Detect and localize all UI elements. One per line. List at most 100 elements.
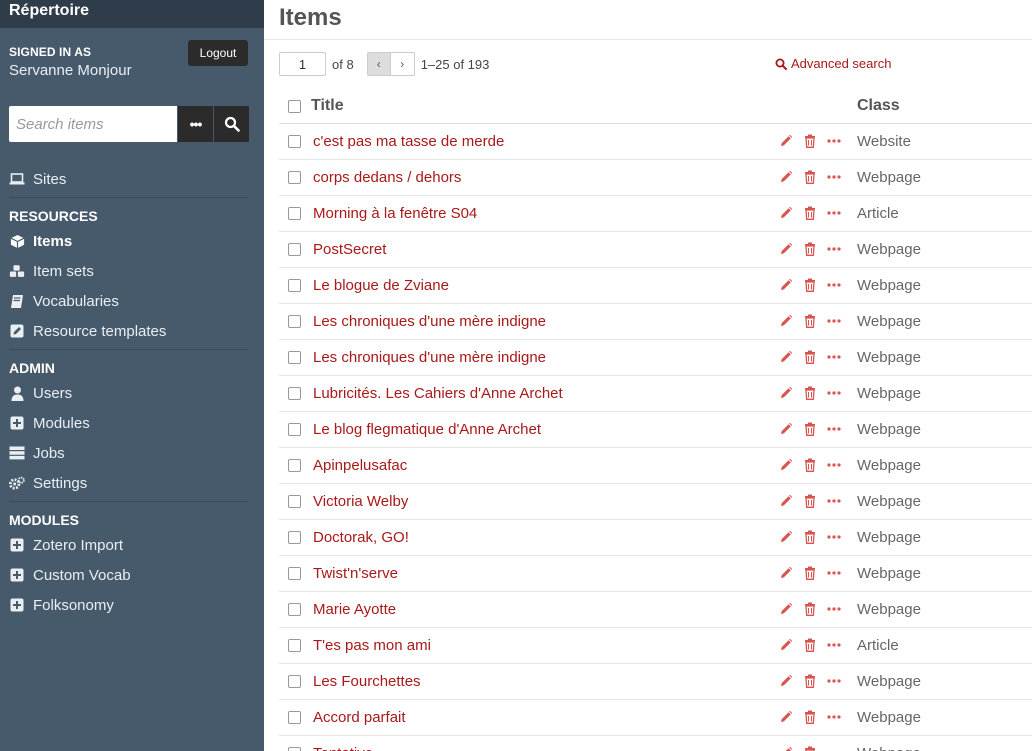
row-checkbox[interactable] <box>288 603 301 616</box>
sidebar-item-jobs[interactable]: Jobs <box>0 438 264 468</box>
row-checkbox[interactable] <box>288 135 301 148</box>
column-header-title[interactable]: Title <box>311 97 344 115</box>
row-checkbox[interactable] <box>288 279 301 292</box>
previous-page-button[interactable]: ‹ <box>366 52 391 76</box>
row-checkbox[interactable] <box>288 675 301 688</box>
sidebar-item-modules[interactable]: Modules <box>0 408 264 438</box>
pencil-icon[interactable] <box>779 638 793 652</box>
more-options-icon[interactable] <box>827 535 841 539</box>
trash-icon[interactable] <box>804 710 816 724</box>
trash-icon[interactable] <box>804 494 816 508</box>
pencil-icon[interactable] <box>779 530 793 544</box>
sidebar-item-zotero-import[interactable]: Zotero Import <box>0 530 264 560</box>
trash-icon[interactable] <box>804 350 816 364</box>
search-options-button[interactable]: ••• <box>178 106 213 142</box>
row-checkbox[interactable] <box>288 207 301 220</box>
row-checkbox[interactable] <box>288 567 301 580</box>
sidebar-item-resource-templates[interactable]: Resource templates <box>0 316 264 346</box>
advanced-search-link[interactable]: Advanced search <box>775 56 891 71</box>
more-options-icon[interactable] <box>827 391 841 395</box>
item-title-link[interactable]: Victoria Welby <box>313 493 408 510</box>
pencil-icon[interactable] <box>779 458 793 472</box>
row-checkbox[interactable] <box>288 459 301 472</box>
logout-button[interactable]: Logout <box>188 40 248 66</box>
item-title-link[interactable]: T'es pas mon ami <box>313 637 431 654</box>
item-title-link[interactable]: Les Fourchettes <box>313 673 421 690</box>
sidebar-item-users[interactable]: Users <box>0 378 264 408</box>
trash-icon[interactable] <box>804 242 816 256</box>
item-title-link[interactable]: Les chroniques d'une mère indigne <box>313 349 546 366</box>
more-options-icon[interactable] <box>827 427 841 431</box>
trash-icon[interactable] <box>804 314 816 328</box>
search-input[interactable] <box>9 106 177 142</box>
item-title-link[interactable]: Lubricités. Les Cahiers d'Anne Archet <box>313 385 563 402</box>
more-options-icon[interactable] <box>827 571 841 575</box>
more-options-icon[interactable] <box>827 679 841 683</box>
more-options-icon[interactable] <box>827 319 841 323</box>
trash-icon[interactable] <box>804 530 816 544</box>
item-title-link[interactable]: Doctorak, GO! <box>313 529 409 546</box>
pencil-icon[interactable] <box>779 242 793 256</box>
sidebar-item-items[interactable]: Items <box>0 226 264 256</box>
trash-icon[interactable] <box>804 206 816 220</box>
more-options-icon[interactable] <box>827 247 841 251</box>
more-options-icon[interactable] <box>827 607 841 611</box>
column-header-class[interactable]: Class <box>857 97 900 115</box>
site-title[interactable]: Répertoire <box>0 0 264 28</box>
more-options-icon[interactable] <box>827 355 841 359</box>
pencil-icon[interactable] <box>779 206 793 220</box>
trash-icon[interactable] <box>804 458 816 472</box>
pencil-icon[interactable] <box>779 710 793 724</box>
sidebar-item-vocabularies[interactable]: Vocabularies <box>0 286 264 316</box>
page-number-input[interactable] <box>279 52 326 76</box>
search-button[interactable] <box>214 106 249 142</box>
item-title-link[interactable]: Le blog flegmatique d'Anne Archet <box>313 421 541 438</box>
more-options-icon[interactable] <box>827 643 841 647</box>
item-title-link[interactable]: Accord parfait <box>313 709 406 726</box>
more-options-icon[interactable] <box>827 715 841 719</box>
row-checkbox[interactable] <box>288 711 301 724</box>
more-options-icon[interactable] <box>827 211 841 215</box>
trash-icon[interactable] <box>804 746 816 751</box>
item-title-link[interactable]: c'est pas ma tasse de merde <box>313 133 504 150</box>
trash-icon[interactable] <box>804 170 816 184</box>
sidebar-item-settings[interactable]: Settings <box>0 468 264 498</box>
item-title-link[interactable]: corps dedans / dehors <box>313 169 461 186</box>
trash-icon[interactable] <box>804 602 816 616</box>
row-checkbox[interactable] <box>288 387 301 400</box>
item-title-link[interactable]: Les chroniques d'une mère indigne <box>313 313 546 330</box>
sidebar-item-folksonomy[interactable]: Folksonomy <box>0 590 264 620</box>
trash-icon[interactable] <box>804 386 816 400</box>
item-title-link[interactable]: Marie Ayotte <box>313 601 396 618</box>
next-page-button[interactable]: › <box>390 52 415 76</box>
more-options-icon[interactable] <box>827 175 841 179</box>
row-checkbox[interactable] <box>288 315 301 328</box>
pencil-icon[interactable] <box>779 566 793 580</box>
user-name[interactable]: Servanne Monjour <box>9 62 132 79</box>
trash-icon[interactable] <box>804 674 816 688</box>
sidebar-item-item-sets[interactable]: Item sets <box>0 256 264 286</box>
trash-icon[interactable] <box>804 422 816 436</box>
row-checkbox[interactable] <box>288 171 301 184</box>
pencil-icon[interactable] <box>779 314 793 328</box>
pencil-icon[interactable] <box>779 350 793 364</box>
row-checkbox[interactable] <box>288 351 301 364</box>
item-title-link[interactable]: PostSecret <box>313 241 386 258</box>
pencil-icon[interactable] <box>779 134 793 148</box>
item-title-link[interactable]: Tentative <box>313 745 373 751</box>
sidebar-item-sites[interactable]: Sites <box>0 164 264 194</box>
pencil-icon[interactable] <box>779 422 793 436</box>
more-options-icon[interactable] <box>827 499 841 503</box>
row-checkbox[interactable] <box>288 495 301 508</box>
row-checkbox[interactable] <box>288 531 301 544</box>
more-options-icon[interactable] <box>827 463 841 467</box>
select-all-checkbox[interactable] <box>288 100 301 113</box>
pencil-icon[interactable] <box>779 746 793 751</box>
item-title-link[interactable]: Twist'n'serve <box>313 565 398 582</box>
row-checkbox[interactable] <box>288 747 301 751</box>
trash-icon[interactable] <box>804 278 816 292</box>
trash-icon[interactable] <box>804 638 816 652</box>
row-checkbox[interactable] <box>288 243 301 256</box>
trash-icon[interactable] <box>804 566 816 580</box>
more-options-icon[interactable] <box>827 283 841 287</box>
